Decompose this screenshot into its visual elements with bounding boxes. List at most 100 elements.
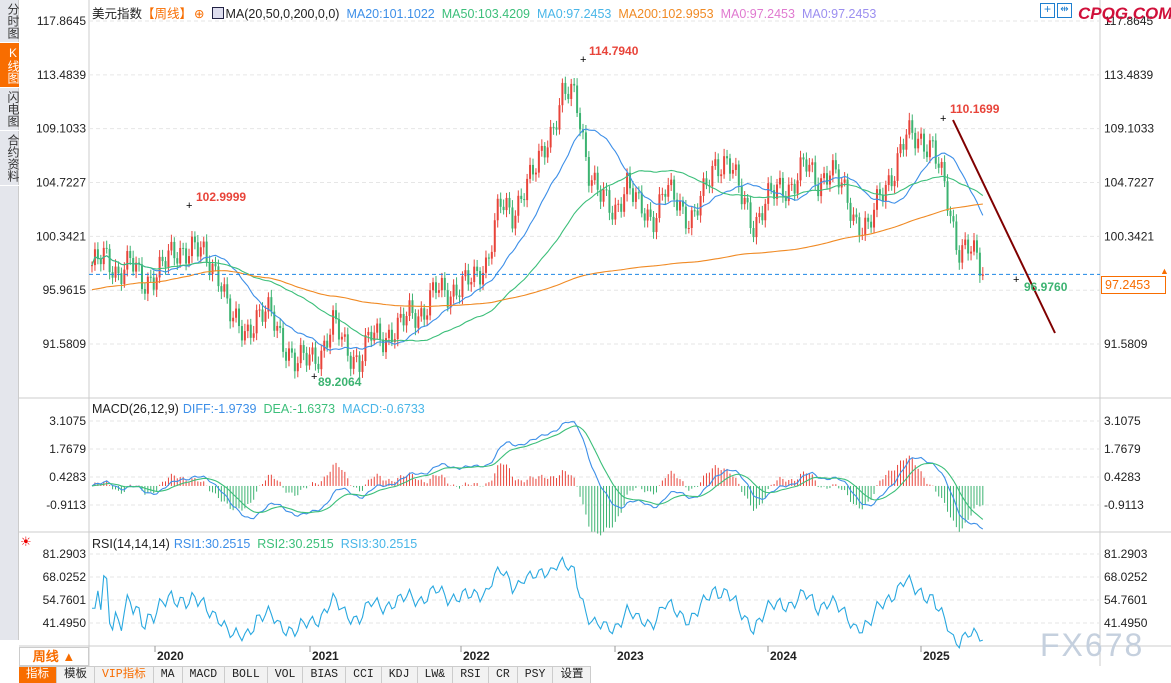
axis-tick-label-right: 113.4839 xyxy=(1104,68,1153,82)
candle-body xyxy=(270,297,273,312)
toolbar-item[interactable]: PSY xyxy=(518,667,554,683)
indicator-value: MACD:-0.6733 xyxy=(342,402,425,416)
indicator-settings-icon[interactable]: ☀ xyxy=(20,534,32,550)
candle-body xyxy=(737,164,740,186)
candle-body xyxy=(382,339,385,353)
candle-body xyxy=(464,270,467,277)
axis-tick-label: 81.2903 xyxy=(43,547,87,561)
candle-body xyxy=(549,126,552,148)
candle-body xyxy=(699,195,702,216)
candle-body xyxy=(811,162,814,165)
ma-chart-icon[interactable] xyxy=(211,7,224,19)
toolbar-item[interactable]: KDJ xyxy=(382,667,418,683)
toolbar-item[interactable]: CR xyxy=(489,667,518,683)
candle-body xyxy=(217,266,220,287)
toolbar-item[interactable]: 指标 xyxy=(19,667,57,683)
candle-body xyxy=(458,295,461,298)
axis-tick-label-right: 91.5809 xyxy=(1104,337,1148,351)
toolbar-item[interactable]: MA xyxy=(154,667,183,683)
candle-body xyxy=(202,241,205,248)
candle-body xyxy=(934,140,937,164)
candle-body xyxy=(340,336,343,340)
candle-body xyxy=(873,209,876,228)
toolbar-item[interactable]: CCI xyxy=(346,667,382,683)
candle-body xyxy=(329,334,332,348)
toolbar-item[interactable]: VIP指标 xyxy=(95,667,154,683)
candle-body xyxy=(496,198,499,221)
candle-body xyxy=(361,361,364,372)
candle-body xyxy=(964,239,967,246)
candle-body xyxy=(429,290,432,316)
crosshair-icon[interactable]: ⊕ xyxy=(194,7,204,21)
x-tick-label: 2020 xyxy=(157,649,184,663)
toolbar-item[interactable]: VOL xyxy=(268,667,304,683)
candle-body xyxy=(952,216,955,222)
toolbar-item[interactable]: RSI xyxy=(453,667,489,683)
axis-tick-label: 91.5809 xyxy=(43,337,87,351)
candle-body xyxy=(826,173,828,185)
candle-body xyxy=(320,350,323,370)
candle-body xyxy=(564,82,567,94)
extreme-marker: + xyxy=(186,200,192,212)
candle-body xyxy=(790,183,793,185)
toolbar-item[interactable]: 设置 xyxy=(553,667,592,683)
candle-body xyxy=(220,286,223,292)
candle-body xyxy=(105,247,108,249)
candle-body xyxy=(761,213,764,221)
candle-body xyxy=(161,256,164,262)
candle-body xyxy=(925,151,928,158)
candle-body xyxy=(743,197,746,205)
axis-tick-label: 109.1033 xyxy=(36,122,86,136)
chart-canvas[interactable]: 117.8645 117.8645113.4839 113.4839109.1033… xyxy=(0,0,1171,666)
candle-body xyxy=(746,197,749,203)
candle-body xyxy=(849,202,852,221)
candle-body xyxy=(602,189,605,202)
candle-body xyxy=(855,214,858,218)
site-logo: CPQG.COM xyxy=(1078,4,1171,23)
candle-body xyxy=(726,156,729,159)
candle-body xyxy=(905,134,908,150)
candle-body xyxy=(264,311,267,322)
candle-body xyxy=(846,179,849,203)
candle-body xyxy=(437,290,440,293)
toolbar-item[interactable]: MACD xyxy=(183,667,226,683)
candle-body xyxy=(778,177,781,185)
candle-body xyxy=(587,157,590,186)
toolbar-item[interactable]: LW& xyxy=(418,667,454,683)
candle-body xyxy=(764,203,767,221)
candle-body xyxy=(193,236,196,243)
macd-panel-header: MACD(26,12,9) DIFF:-1.9739 DEA:-1.6373 MACD… xyxy=(92,402,439,416)
candle-body xyxy=(911,120,914,133)
indicator-value: MA200:102.9953 xyxy=(618,7,714,21)
candle-body xyxy=(940,161,943,168)
candle-body xyxy=(346,334,349,356)
candle-body xyxy=(532,164,534,175)
candle-body xyxy=(673,179,676,200)
toolbar-item[interactable]: BOLL xyxy=(225,667,268,683)
crosshair-toggle-icon[interactable]: + xyxy=(1040,3,1055,18)
candle-body xyxy=(352,356,355,369)
candle-body xyxy=(123,269,126,285)
fit-range-icon[interactable]: ⇹ xyxy=(1057,3,1072,18)
candle-body xyxy=(155,277,158,290)
candle-body xyxy=(955,221,958,251)
indicator-value: MA0:97.2453 xyxy=(537,7,612,21)
candle-body xyxy=(399,313,402,318)
candle-body xyxy=(226,284,229,299)
candle-body xyxy=(235,308,238,318)
period-selector[interactable]: 周线 ▲ xyxy=(19,647,89,666)
candle-body xyxy=(493,220,496,252)
candle-body xyxy=(831,160,834,176)
toolbar-item[interactable]: 模板 xyxy=(57,667,95,683)
candle-body xyxy=(805,159,808,172)
candle-body xyxy=(584,132,587,158)
axis-tick-label: 1.7679 xyxy=(49,442,86,456)
candle-body xyxy=(593,172,596,181)
candle-body xyxy=(173,241,176,259)
candle-body xyxy=(296,363,299,372)
candle-body xyxy=(176,258,179,264)
candle-body xyxy=(890,175,893,187)
candle-body xyxy=(208,261,211,275)
candle-body xyxy=(114,266,117,278)
toolbar-item[interactable]: BIAS xyxy=(303,667,347,683)
